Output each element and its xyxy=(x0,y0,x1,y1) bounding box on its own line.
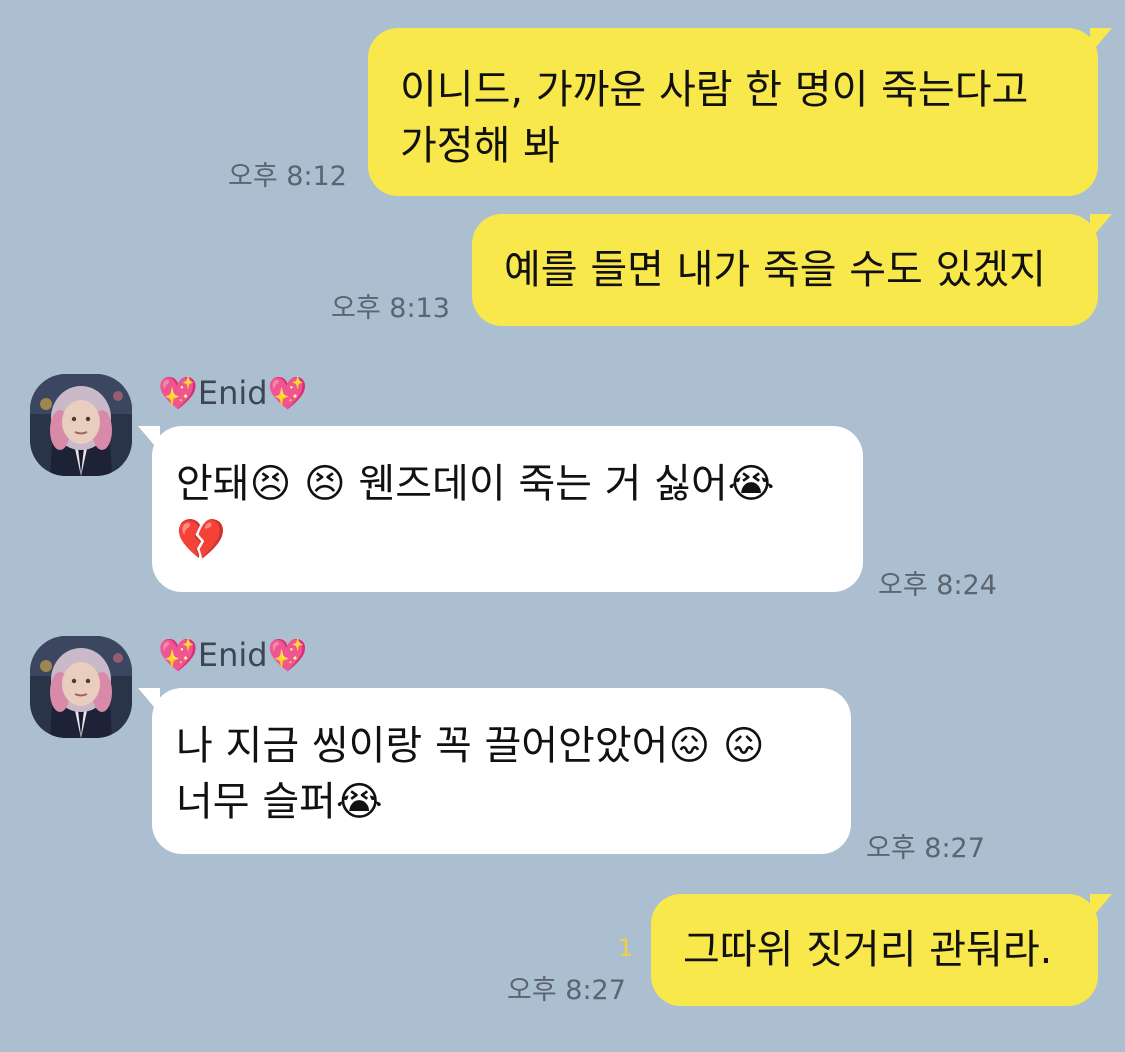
message-timestamp: 오후 8:24 xyxy=(878,570,997,601)
enid-profile-photo-icon xyxy=(30,636,132,738)
message-timestamp: 오후 8:13 xyxy=(331,293,450,324)
incoming-message-bubble[interactable]: 나 지금 씽이랑 꼭 끌어안았어😖 😖 너무 슬퍼😭 xyxy=(138,688,851,854)
unread-count: 1 xyxy=(618,934,634,962)
sender-name: 💖Enid💖 xyxy=(158,374,308,412)
enid-avatar[interactable] xyxy=(30,374,132,476)
enid-avatar[interactable] xyxy=(30,636,132,738)
chat-room: 이니드, 가까운 사람 한 명이 죽는다고 가정해 봐 오후 8:12 예를 들… xyxy=(0,0,1125,1052)
sender-name: 💖Enid💖 xyxy=(158,636,308,674)
message-timestamp: 오후 8:27 xyxy=(866,833,985,864)
enid-profile-photo-icon xyxy=(30,374,132,476)
message-timestamp: 오후 8:12 xyxy=(228,161,347,192)
my-message-bubble[interactable]: 예를 들면 내가 죽을 수도 있겠지 xyxy=(472,214,1112,326)
my-message-bubble[interactable]: 이니드, 가까운 사람 한 명이 죽는다고 가정해 봐 xyxy=(368,28,1112,196)
my-message-bubble[interactable]: 그따위 짓거리 관둬라. xyxy=(651,894,1112,1006)
message-timestamp: 오후 8:27 xyxy=(507,975,626,1006)
incoming-message-bubble[interactable]: 안돼😣 😣 웬즈데이 죽는 거 싫어😭 💔 xyxy=(138,426,863,592)
